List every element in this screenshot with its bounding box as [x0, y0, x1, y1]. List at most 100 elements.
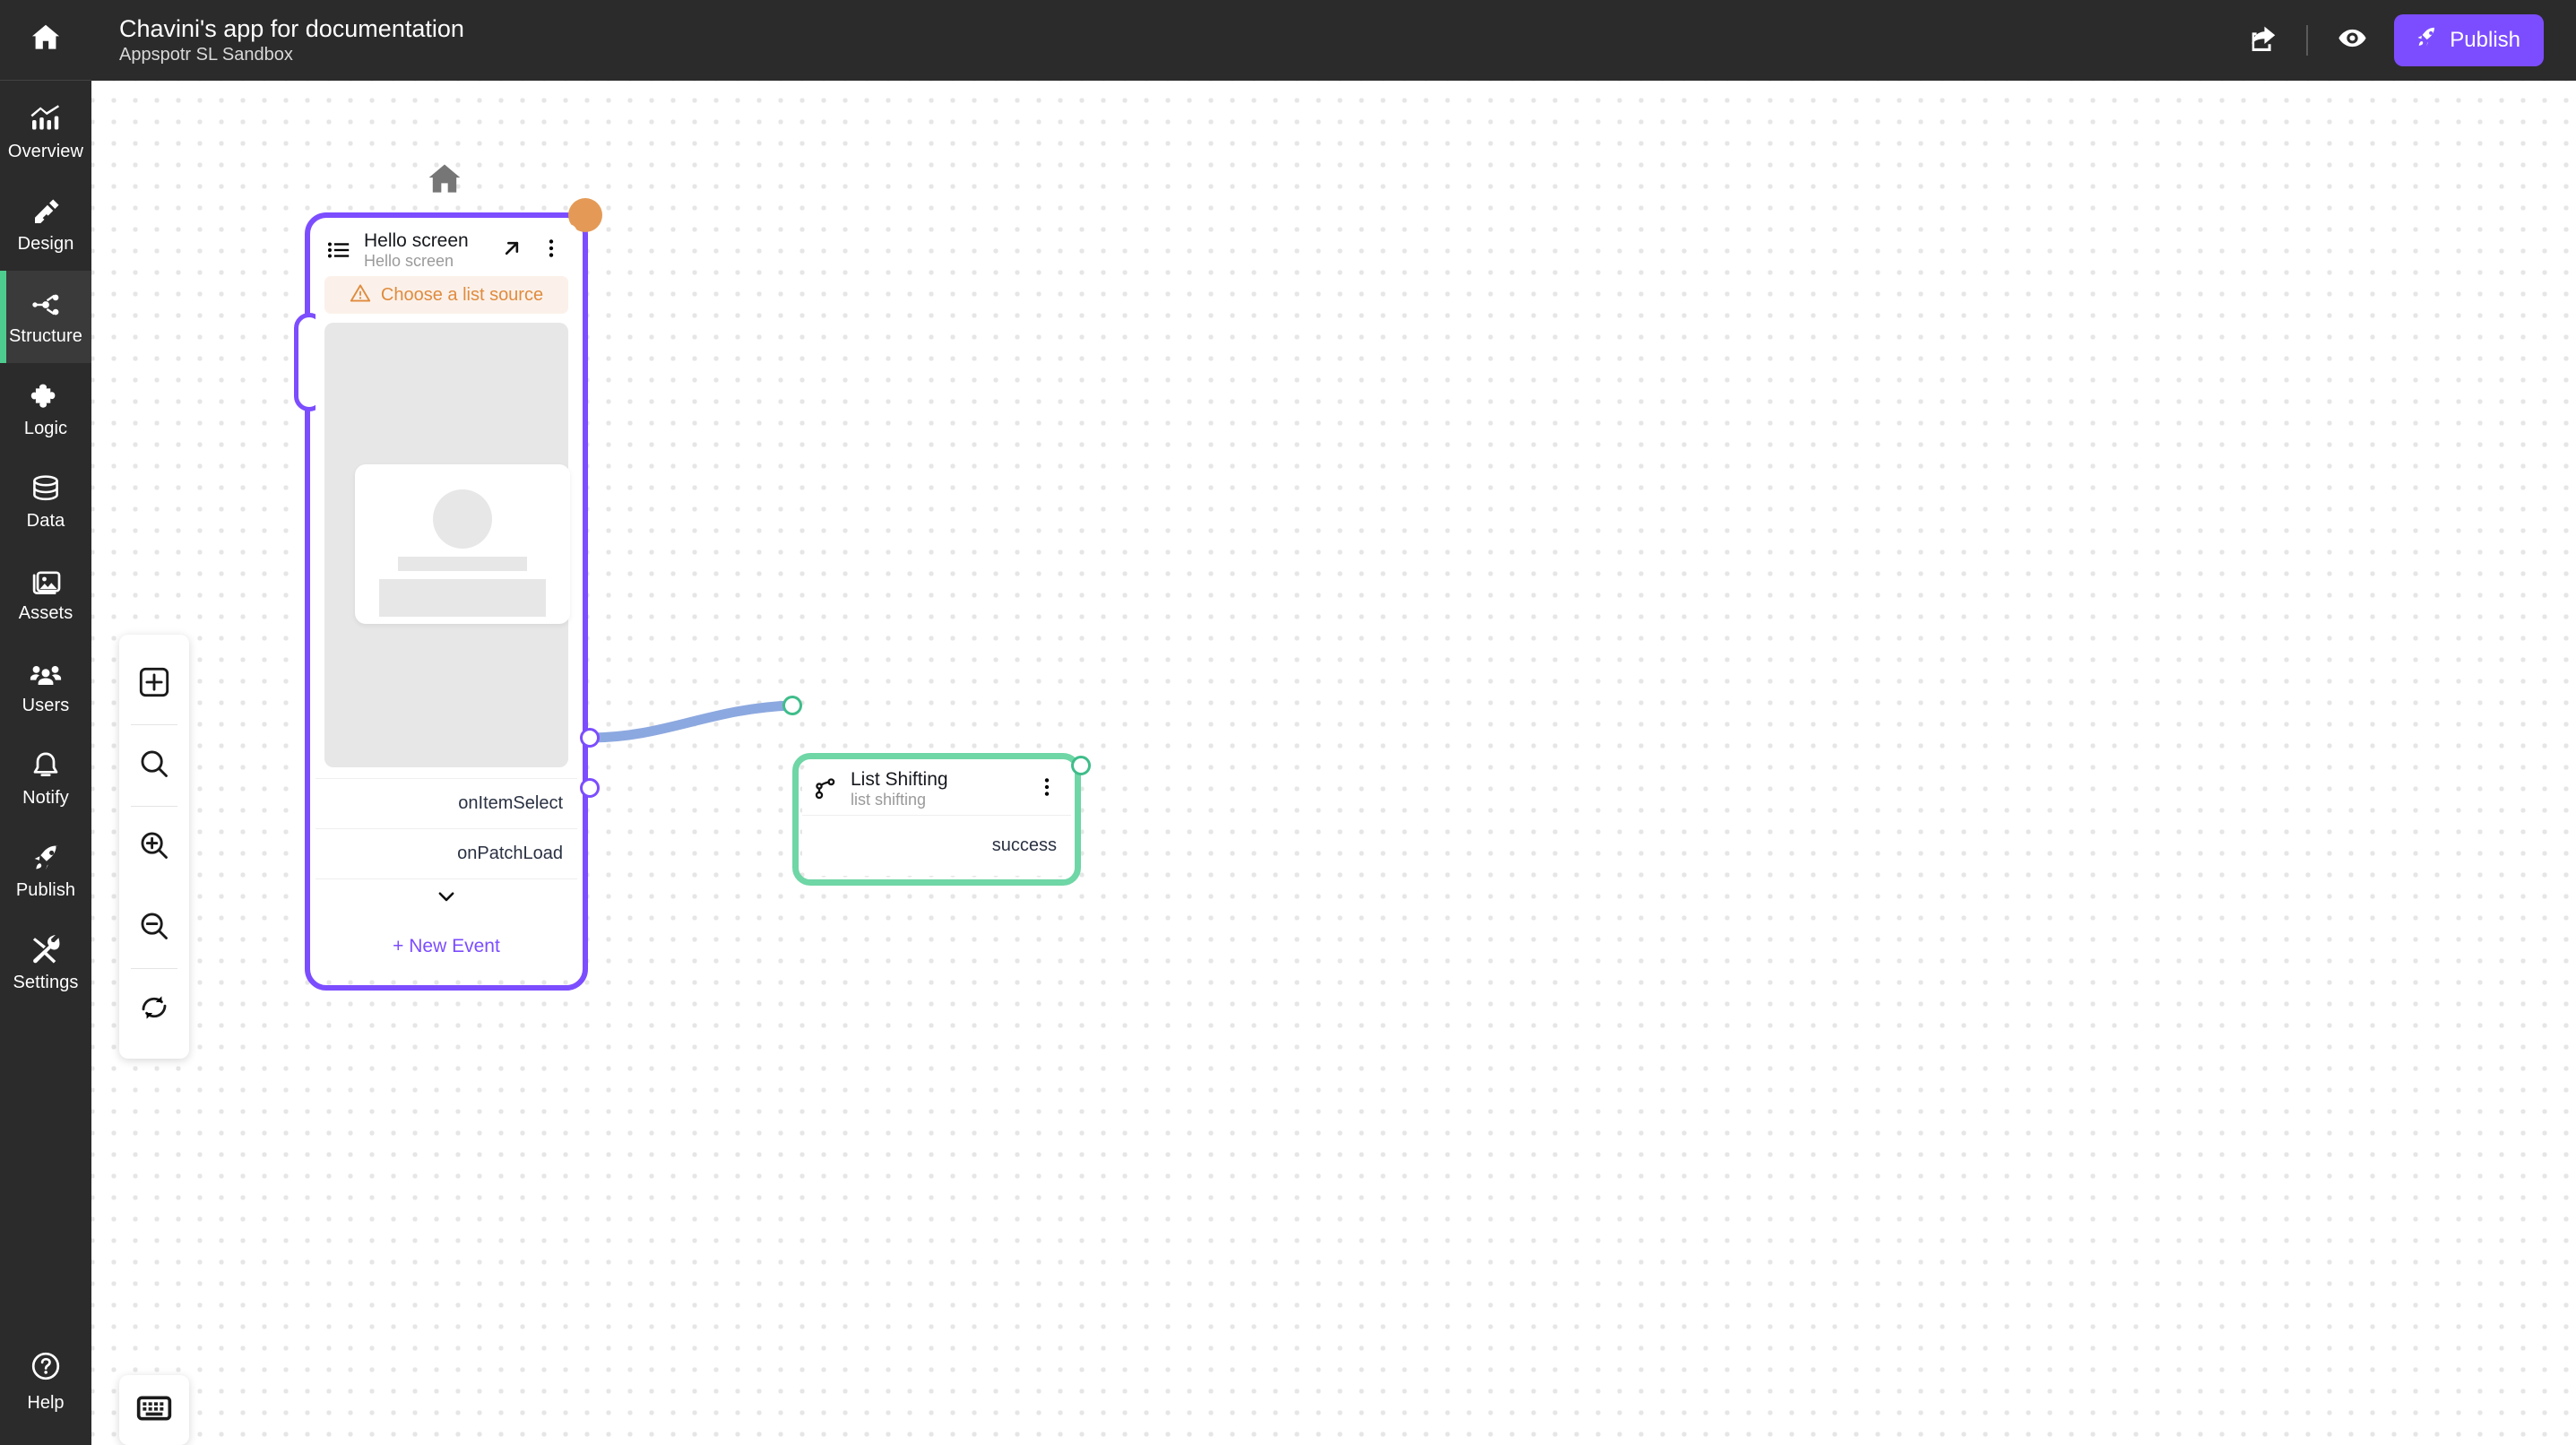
plus-square-icon	[138, 666, 170, 703]
top-bar-actions: Publish	[2235, 13, 2544, 68]
chevron-down-icon	[435, 885, 458, 913]
event-row-onpatchload[interactable]: onPatchLoad	[316, 828, 577, 878]
screen-node-warning-banner[interactable]: Choose a list source	[324, 276, 568, 314]
logic-node-subtitle: list shifting	[851, 790, 927, 809]
notify-bell-icon	[30, 750, 62, 783]
sidebar-item-publish[interactable]: Publish	[0, 825, 91, 917]
sidebar-item-label: Structure	[8, 326, 83, 346]
structure-nodes-icon	[30, 289, 62, 321]
rail-spacer	[0, 1009, 91, 1337]
sidebar-item-overview[interactable]: Overview	[0, 86, 91, 178]
toolbar-divider	[2306, 25, 2309, 56]
sidebar-item-settings[interactable]: Settings	[0, 917, 91, 1009]
branch-icon	[813, 776, 838, 801]
app-identity: Chavini's app for documentation Appspotr…	[119, 16, 464, 64]
sidebar-item-help[interactable]: Help	[0, 1337, 91, 1445]
assets-image-icon	[30, 566, 62, 598]
sidebar-item-label: Users	[22, 696, 70, 715]
event-label: onPatchLoad	[457, 844, 563, 863]
event-label: onItemSelect	[458, 793, 563, 813]
sidebar-item-logic[interactable]: Logic	[0, 363, 91, 455]
screen-node-preview	[324, 323, 570, 767]
rocket-icon	[2414, 25, 2439, 56]
add-node-button[interactable]	[119, 644, 189, 724]
canvas-toolbar	[119, 635, 189, 1059]
share-icon	[2248, 23, 2278, 57]
logic-node-list-shifting[interactable]: List Shifting list shifting success	[802, 763, 1071, 876]
help-question-icon	[30, 1350, 62, 1387]
logic-node-header: List Shifting list shifting	[802, 763, 1071, 815]
preview-placeholder-card	[355, 464, 570, 624]
screen-node-expand-events-button[interactable]	[316, 878, 577, 918]
screen-node-open-button[interactable]	[498, 237, 525, 264]
page-subtitle: Appspotr SL Sandbox	[119, 44, 293, 65]
preview-text-placeholder	[398, 557, 527, 571]
screen-node-header: Hello screen Hello screen	[316, 224, 577, 276]
sidebar-item-structure[interactable]: Structure	[0, 271, 91, 363]
start-screen-home-marker	[425, 160, 464, 199]
screen-node-title: Hello screen	[364, 229, 469, 251]
zoom-out-button[interactable]	[119, 887, 189, 968]
publish-button[interactable]: Publish	[2394, 14, 2544, 66]
sidebar-item-label: Assets	[18, 603, 73, 623]
zoom-out-icon	[138, 910, 170, 947]
page-title: Chavini's app for documentation	[119, 15, 464, 43]
left-navigation-rail: Overview Design Structure Logic Data Ass…	[0, 0, 91, 1445]
structure-canvas[interactable]: Hello screen Hello screen Choose a list …	[91, 81, 2576, 1445]
port-onpatchload[interactable]	[580, 778, 600, 798]
preview-block-placeholder	[379, 579, 546, 617]
kebab-menu-icon	[540, 237, 563, 264]
sidebar-item-label: Settings	[13, 973, 79, 992]
new-event-label: + New Event	[393, 936, 500, 956]
zoom-in-icon	[138, 829, 170, 866]
edge-onitemselect-to-listshifting	[584, 700, 798, 743]
list-icon	[326, 238, 351, 263]
logic-node-output-row[interactable]: success	[802, 815, 1071, 876]
logic-node-titles: List Shifting list shifting	[851, 769, 1021, 809]
search-button[interactable]	[119, 725, 189, 806]
sidebar-item-assets[interactable]: Assets	[0, 548, 91, 640]
kebab-menu-icon	[1035, 775, 1059, 803]
data-database-icon	[30, 473, 62, 506]
open-arrow-icon	[500, 237, 523, 264]
sidebar-item-label: Publish	[15, 880, 76, 900]
event-row-onitemselect[interactable]: onItemSelect	[316, 778, 577, 828]
logic-node-title: List Shifting	[851, 768, 948, 790]
screen-node-warning-text: Choose a list source	[380, 284, 544, 305]
share-button[interactable]	[2235, 13, 2290, 68]
keyboard-shortcuts-button[interactable]	[119, 1375, 189, 1445]
publish-button-label: Publish	[2450, 28, 2520, 52]
preview-avatar-placeholder	[433, 489, 492, 549]
port-listshifting-input[interactable]	[782, 696, 802, 715]
sidebar-item-label: Data	[26, 511, 65, 531]
search-icon	[138, 748, 170, 784]
home-icon	[29, 21, 63, 59]
main-area: Chavini's app for documentation Appspotr…	[91, 0, 2576, 1445]
logic-node-menu-button[interactable]	[1033, 775, 1060, 802]
overview-chart-icon	[30, 104, 62, 136]
sidebar-item-label: Notify	[22, 788, 69, 808]
screen-node-menu-button[interactable]	[538, 237, 565, 264]
sidebar-item-notify[interactable]: Notify	[0, 732, 91, 825]
sidebar-item-label: Overview	[7, 142, 84, 161]
screen-node-events: onItemSelect onPatchLoad + New Event	[316, 778, 577, 975]
warning-triangle-icon	[350, 282, 371, 308]
port-listshifting-success[interactable]	[1071, 756, 1091, 775]
sidebar-item-label: Help	[27, 1392, 65, 1413]
screen-node-titles: Hello screen Hello screen	[364, 230, 486, 271]
rail-home-button[interactable]	[0, 0, 91, 81]
preview-button[interactable]	[2324, 13, 2380, 68]
sidebar-item-data[interactable]: Data	[0, 455, 91, 548]
new-event-button[interactable]: + New Event	[316, 918, 577, 975]
settings-tools-icon	[30, 934, 62, 967]
reset-view-button[interactable]	[119, 969, 189, 1050]
screen-node-hello-screen[interactable]: Hello screen Hello screen Choose a list …	[316, 224, 577, 979]
sidebar-item-design[interactable]: Design	[0, 178, 91, 271]
sidebar-item-users[interactable]: Users	[0, 640, 91, 732]
top-bar: Chavini's app for documentation Appspotr…	[91, 0, 2576, 81]
port-onitemselect[interactable]	[580, 728, 600, 748]
sidebar-item-label: Logic	[23, 419, 68, 438]
sidebar-item-label: Design	[17, 234, 74, 254]
zoom-in-button[interactable]	[119, 807, 189, 887]
design-pencil-icon	[30, 196, 62, 229]
